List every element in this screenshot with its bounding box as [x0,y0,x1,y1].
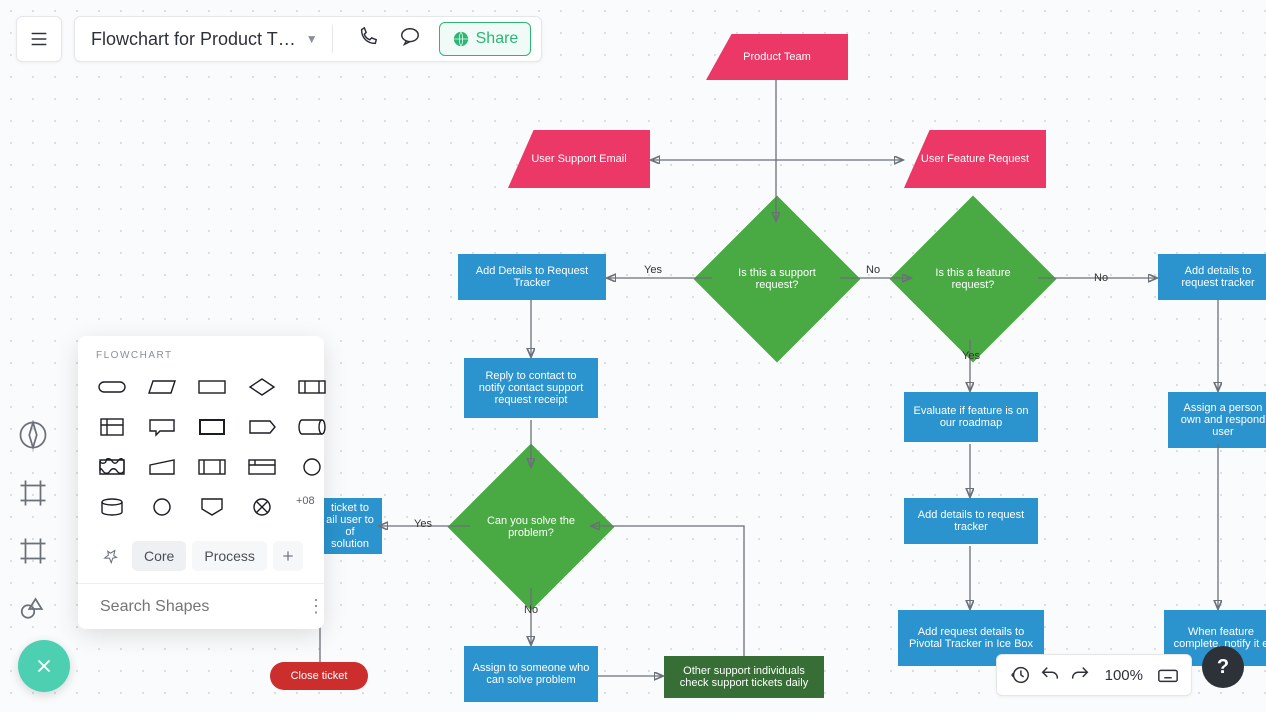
node-is-feature-request[interactable]: Is this a feature request? [890,196,1057,363]
dock-compass-tool[interactable] [18,420,48,450]
share-button[interactable]: Share [439,22,532,56]
node-is-support-request[interactable]: Is this a support request? [694,196,861,363]
globe-icon [452,30,470,48]
comment-button[interactable] [389,26,431,53]
edge-label-no: No [1094,272,1108,284]
left-dock [18,420,48,624]
shape-callout[interactable] [146,415,178,439]
question-icon: ? [1217,656,1229,679]
node-assign-someone[interactable]: Assign to someone who can solve problem [464,646,598,702]
shape-rectangle[interactable] [196,375,228,399]
shapes-more[interactable]: +08 [296,495,328,519]
node-add-details-tracker2[interactable]: Add details to request tracker [904,498,1038,544]
node-reply-contact[interactable]: Reply to contact to notify contact suppo… [464,358,598,418]
shape-circle-2[interactable] [146,495,178,519]
speech-bubble-icon [399,26,421,48]
zoom-level[interactable]: 100% [1099,667,1149,684]
document-title-dropdown[interactable]: Flowchart for Product T… ▼ [91,29,318,50]
node-add-details-tracker[interactable]: Add Details to Request Tracker [458,254,606,300]
title-bar: Flowchart for Product T… ▼ Share [74,16,542,62]
edge-label-no: No [524,604,538,616]
shapes-grid: +08 [96,375,306,519]
shape-circle[interactable] [296,455,328,479]
document-title: Flowchart for Product T… [91,29,296,50]
separator [332,25,333,53]
edge-label-yes: Yes [644,264,662,276]
redo-icon[interactable] [1069,664,1091,686]
shape-diamond[interactable] [246,375,278,399]
menu-button[interactable] [16,16,62,62]
edge-label-no: No [866,264,880,276]
add-tab-button[interactable] [273,541,303,571]
node-user-feature-request[interactable]: User Feature Request [904,130,1046,188]
search-input[interactable] [100,598,307,616]
shape-terminator[interactable] [96,375,128,399]
node-user-support-email[interactable]: User Support Email [508,130,650,188]
close-panel-button[interactable] [18,640,70,692]
shape-search: ⋮ [78,583,324,629]
node-add-details-req[interactable]: Add details to request tracker [1158,254,1266,300]
shape-parallelogram[interactable] [146,375,178,399]
top-bar: Flowchart for Product T… ▼ Share [16,16,542,62]
shape-manual-input[interactable] [146,455,178,479]
hamburger-icon [28,28,50,50]
node-product-team[interactable]: Product Team [706,34,848,80]
shape-database[interactable] [96,495,128,519]
tab-core[interactable]: Core [132,541,186,571]
dock-shapes-tool[interactable] [18,594,48,624]
shape-tag[interactable] [246,415,278,439]
shape-offpage[interactable] [196,495,228,519]
undo-icon[interactable] [1039,664,1061,686]
help-button[interactable]: ? [1202,646,1244,688]
edge-label-yes: Yes [414,518,432,530]
dock-frame-tool-2[interactable] [18,536,48,566]
share-label: Share [476,30,519,48]
caret-down-icon: ▼ [306,32,318,46]
node-close-ticket[interactable]: Close ticket [270,662,368,690]
panel-title: FLOWCHART [96,350,306,361]
shape-card[interactable] [196,415,228,439]
shape-tabs: Core Process [90,535,312,577]
pin-button[interactable] [96,541,126,571]
node-evaluate-feature[interactable]: Evaluate if feature is on our roadmap [904,392,1038,442]
history-icon[interactable] [1009,664,1031,686]
search-more-icon[interactable]: ⋮ [307,596,325,617]
dock-frame-tool[interactable] [18,478,48,508]
node-assign-person[interactable]: Assign a person own and respond user [1168,392,1266,448]
call-button[interactable] [347,26,389,53]
tab-process[interactable]: Process [192,541,267,571]
shape-subprocess[interactable] [196,455,228,479]
bottom-bar: 100% [996,654,1192,696]
shape-document[interactable] [96,455,128,479]
shapes-panel: FLOWCHART +08 Core Process ⋮ [78,336,324,629]
node-other-support[interactable]: Other support individuals check support … [664,656,824,698]
edge-label-yes: Yes [962,350,980,362]
node-can-solve[interactable]: Can you solve the problem? [448,444,615,611]
shape-window[interactable] [246,455,278,479]
shape-sum[interactable] [246,495,278,519]
shape-predefined[interactable] [296,375,328,399]
close-icon [33,655,55,677]
shape-internal-storage[interactable] [96,415,128,439]
keyboard-icon[interactable] [1157,664,1179,686]
shape-cylinder-h[interactable] [296,415,328,439]
phone-icon [357,26,379,48]
